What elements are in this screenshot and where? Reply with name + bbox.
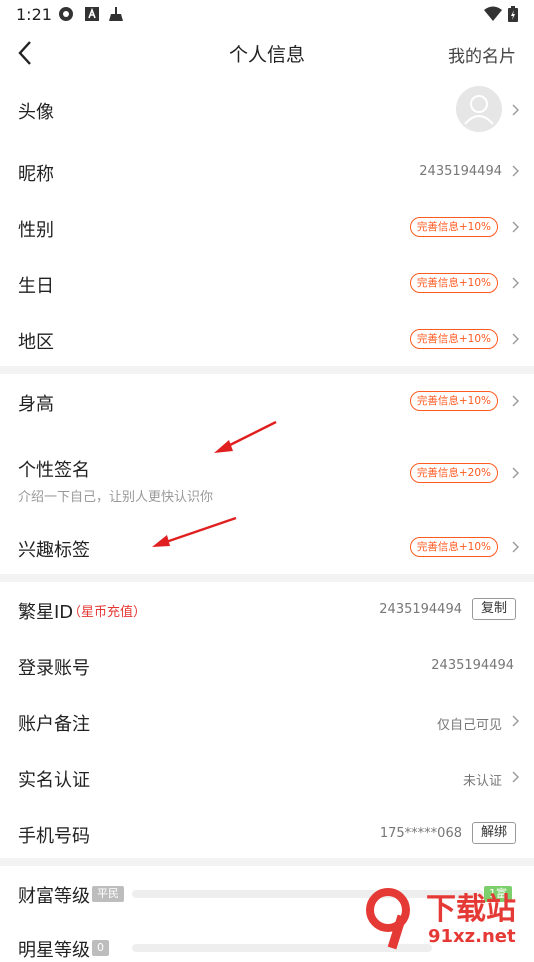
gender-row[interactable]: 性别 完善信息+10% xyxy=(0,206,534,250)
height-row[interactable]: 身高 完善信息+10% xyxy=(0,380,534,424)
chevron-right-icon xyxy=(512,277,519,289)
star-level-tag: 0 xyxy=(92,940,109,956)
interests-label: 兴趣标签 xyxy=(18,540,90,561)
chevron-right-icon xyxy=(512,104,519,116)
login-account-row: 登录账号 2435194494 xyxy=(0,644,534,688)
interests-row[interactable]: 兴趣标签 完善信息+10% xyxy=(0,526,534,570)
star-level-label: 明星等级 xyxy=(18,940,90,961)
profile-bonus-badge: 完善信息+20% xyxy=(409,463,498,483)
region-label: 地区 xyxy=(18,332,54,353)
account-note-label: 账户备注 xyxy=(18,714,90,735)
height-label: 身高 xyxy=(18,394,54,415)
avatar-label: 头像 xyxy=(18,102,54,123)
phone-label: 手机号码 xyxy=(18,826,90,847)
real-name-row[interactable]: 实名认证 未认证 xyxy=(0,756,534,800)
section-divider xyxy=(0,858,534,866)
wifi-icon xyxy=(484,6,502,21)
watermark-logo-icon xyxy=(366,888,410,950)
watermark-logo: 下载站 91xz.net xyxy=(354,882,534,952)
chevron-right-icon xyxy=(512,467,519,479)
account-note-value: 仅自己可见 xyxy=(436,718,502,733)
region-row[interactable]: 地区 完善信息+10% xyxy=(0,318,534,362)
signature-row[interactable]: 个性签名 介绍一下自己，让别人更快认识你 完善信息+20% xyxy=(0,446,534,512)
login-account-label: 登录账号 xyxy=(18,658,90,679)
broom-icon xyxy=(109,7,123,21)
text-a-icon xyxy=(85,7,99,21)
copy-button[interactable]: 复制 xyxy=(471,598,516,620)
signature-label: 个性签名 xyxy=(18,460,90,481)
avatar xyxy=(456,86,502,132)
battery-icon xyxy=(508,6,518,22)
chevron-right-icon xyxy=(512,165,519,177)
wealth-level-tag: 平民 xyxy=(92,886,124,902)
unbind-button[interactable]: 解绑 xyxy=(471,822,516,844)
account-note-row[interactable]: 账户备注 仅自己可见 xyxy=(0,700,534,744)
nickname-row[interactable]: 昵称 2435194494 xyxy=(0,150,534,194)
real-name-value: 未认证 xyxy=(462,774,502,789)
profile-bonus-badge: 完善信息+10% xyxy=(409,217,498,237)
phone-value: 175*****068 xyxy=(379,826,462,841)
section-divider xyxy=(0,366,534,374)
wealth-level-label: 财富等级 xyxy=(18,886,90,907)
fanxing-id-row: 繁星ID （星币充值） 2435194494 复制 xyxy=(0,588,534,632)
profile-bonus-badge: 完善信息+10% xyxy=(409,391,498,411)
profile-bonus-badge: 完善信息+10% xyxy=(409,273,498,293)
profile-bonus-badge: 完善信息+10% xyxy=(409,329,498,349)
watermark-domain: 91xz.net xyxy=(428,926,516,947)
chevron-right-icon xyxy=(512,395,519,407)
chevron-right-icon xyxy=(512,221,519,233)
nickname-label: 昵称 xyxy=(18,164,54,185)
chevron-right-icon xyxy=(512,333,519,345)
fanxing-id-value: 2435194494 xyxy=(379,602,462,617)
chevron-right-icon xyxy=(512,541,519,553)
avatar-row[interactable]: 头像 xyxy=(0,84,534,136)
login-account-value: 2435194494 xyxy=(431,658,514,673)
profile-bonus-badge: 完善信息+10% xyxy=(409,537,498,557)
chevron-right-icon xyxy=(512,771,519,783)
gender-label: 性别 xyxy=(18,220,54,241)
status-bar: 1:21 xyxy=(0,0,534,30)
birthday-label: 生日 xyxy=(18,276,54,297)
real-name-label: 实名认证 xyxy=(18,770,90,791)
signature-placeholder: 介绍一下自己，让别人更快认识你 xyxy=(18,490,214,505)
fanxing-id-label: 繁星ID xyxy=(18,602,74,623)
status-time: 1:21 xyxy=(16,5,52,24)
chevron-right-icon xyxy=(512,715,519,727)
section-divider xyxy=(0,574,534,582)
aperture-icon xyxy=(59,7,73,21)
phone-row: 手机号码 175*****068 解绑 xyxy=(0,812,534,856)
recharge-link[interactable]: （星币充值） xyxy=(68,601,146,620)
nickname-value: 2435194494 xyxy=(419,164,502,179)
watermark-title: 下载站 xyxy=(426,892,516,927)
top-bar: 个人信息 我的名片 xyxy=(0,30,534,76)
my-card-link[interactable]: 我的名片 xyxy=(448,42,516,67)
birthday-row[interactable]: 生日 完善信息+10% xyxy=(0,262,534,306)
